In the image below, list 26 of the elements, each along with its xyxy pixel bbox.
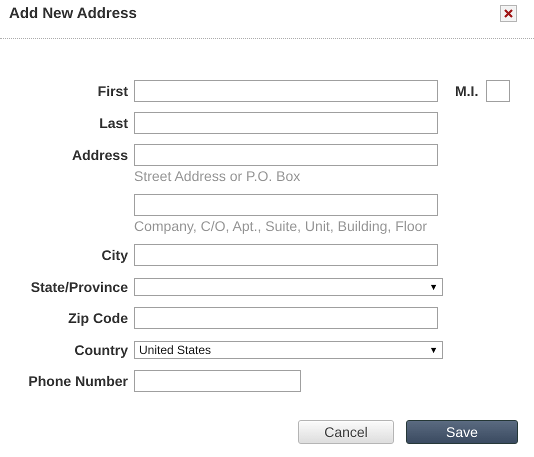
field-label: Address (72, 147, 128, 163)
field-label: City (102, 247, 128, 263)
input-field[interactable] (134, 307, 438, 329)
input-field[interactable] (134, 144, 438, 166)
input-field[interactable] (486, 80, 510, 102)
field-hint: Street Address or P.O. Box (134, 168, 302, 184)
input-field[interactable] (134, 244, 438, 266)
field-label: M.I. (455, 83, 478, 99)
input-field[interactable] (134, 370, 301, 392)
field-label: Last (99, 115, 128, 131)
dialog-title: Add New Address (9, 4, 137, 22)
dropdown[interactable]: ▼ (134, 278, 443, 296)
field-label: State/Province (30, 279, 128, 295)
field-label: First (98, 83, 128, 99)
save-button[interactable]: Save (406, 420, 518, 444)
input-field[interactable] (134, 194, 438, 216)
field-label: Zip Code (68, 310, 128, 326)
field-label: Phone Number (28, 373, 128, 389)
dropdown[interactable]: United States ▼ (134, 341, 443, 359)
cancel-button[interactable]: Cancel (298, 420, 394, 444)
input-field[interactable] (134, 112, 438, 134)
close-icon (504, 8, 513, 18)
field-label: Country (74, 342, 128, 358)
close-button[interactable] (500, 4, 517, 22)
field-hint: Company, C/O, Apt., Suite, Unit, Building, Floor (134, 218, 428, 234)
input-field[interactable] (134, 80, 438, 102)
